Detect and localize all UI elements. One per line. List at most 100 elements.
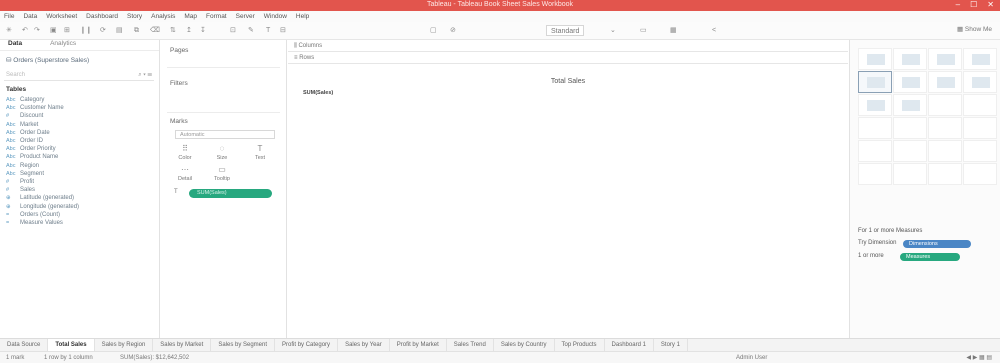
chart-type-icon[interactable]	[963, 163, 997, 185]
field-item[interactable]: Abc Category	[6, 96, 79, 104]
attach-icon[interactable]: ⊘	[450, 25, 456, 36]
chart-type-icon[interactable]	[963, 71, 997, 93]
tableau-logo-icon[interactable]: ✳	[6, 25, 12, 36]
chart-type-icon[interactable]	[928, 94, 962, 116]
show-cards-icon[interactable]: ▦	[670, 25, 677, 36]
sheet-tab[interactable]: Sales by Market	[153, 339, 212, 351]
chart-type-icon[interactable]	[963, 48, 997, 70]
pause-updates-icon[interactable]: ❙❙	[80, 25, 92, 36]
sheet-tab[interactable]: Sales by Region	[95, 339, 154, 351]
fix-axes-icon[interactable]: ⊟	[280, 25, 286, 36]
tooltip-icon[interactable]: ▢	[430, 25, 437, 36]
search-field[interactable]: Search ⌕ ▾ ☰	[4, 71, 154, 81]
new-datasource-icon[interactable]: ⊞	[64, 25, 70, 36]
maximize-icon[interactable]: ☐	[970, 0, 977, 9]
field-item[interactable]: ⊕ Latitude (generated)	[6, 194, 79, 202]
undo-icon[interactable]: ↶	[22, 25, 28, 36]
labels-icon[interactable]: T	[266, 25, 270, 36]
highlight-icon[interactable]: ✎	[248, 25, 254, 36]
field-item[interactable]: Abc Market	[6, 121, 79, 129]
chart-type-icon[interactable]	[858, 163, 892, 185]
sheet-tab[interactable]: Story 1	[654, 339, 688, 351]
chart-type-icon[interactable]	[858, 71, 892, 93]
swap-icon[interactable]: ⇅	[170, 25, 176, 36]
view-canvas[interactable]: Total Sales SUM(Sales)	[288, 65, 848, 338]
field-item[interactable]: # Discount	[6, 112, 79, 120]
duplicate-sheet-icon[interactable]: ⧉	[134, 25, 139, 36]
text-button[interactable]: T Text	[247, 143, 273, 167]
menu-window[interactable]: Window	[264, 13, 287, 20]
chart-type-icon[interactable]	[893, 48, 927, 70]
chevron-down-icon[interactable]: ⌄	[610, 25, 616, 36]
field-item[interactable]: Abc Customer Name	[6, 104, 79, 112]
field-item[interactable]: = Measure Values	[6, 219, 79, 227]
menu-map[interactable]: Map	[184, 13, 197, 20]
chart-type-icon[interactable]	[928, 71, 962, 93]
chart-type-icon[interactable]	[893, 163, 927, 185]
view-controls-icon[interactable]: ◀ ▶ ▦ ▤	[966, 352, 992, 363]
tooltip-button[interactable]: ▭ Tooltip	[209, 164, 235, 188]
sheet-tab[interactable]: Dashboard 1	[605, 339, 654, 351]
show-me-button[interactable]: ▦ Show Me	[957, 25, 992, 33]
chart-type-icon[interactable]	[928, 163, 962, 185]
field-item[interactable]: Abc Region	[6, 162, 79, 170]
field-item[interactable]: Abc Segment	[6, 170, 79, 178]
field-item[interactable]: Abc Order Date	[6, 129, 79, 137]
chart-type-icon[interactable]	[963, 94, 997, 116]
chart-type-icon[interactable]	[893, 94, 927, 116]
minimize-icon[interactable]: –	[956, 0, 960, 9]
chart-type-icon[interactable]	[928, 117, 962, 139]
share-icon[interactable]: <	[712, 25, 716, 36]
fit-dropdown[interactable]: Standard	[546, 25, 585, 36]
field-item[interactable]: # Sales	[6, 186, 79, 194]
sheet-tab[interactable]: Top Products	[555, 339, 605, 351]
menu-server[interactable]: Server	[236, 13, 255, 20]
menu-story[interactable]: Story	[127, 13, 142, 20]
sheet-tab[interactable]: Sales by Segment	[211, 339, 276, 351]
filter-controls-icon[interactable]: ⌕ ▾ ☰	[138, 72, 152, 79]
chart-type-icon[interactable]	[858, 94, 892, 116]
status-user[interactable]: Admin User	[736, 352, 767, 363]
sheet-tab[interactable]: Sales by Year	[338, 339, 390, 351]
columns-shelf[interactable]: ⫼ Columns	[288, 40, 848, 52]
tab-data[interactable]: Data	[8, 40, 22, 50]
group-icon[interactable]: ⊡	[230, 25, 236, 36]
sheet-tab[interactable]: Sales Trend	[447, 339, 494, 351]
tab-analytics[interactable]: Analytics	[50, 40, 76, 50]
tab-data-source[interactable]: Data Source	[0, 339, 49, 351]
field-item[interactable]: Abc Order Priority	[6, 145, 79, 153]
sheet-tab[interactable]: Profit by Market	[390, 339, 447, 351]
chart-type-icon[interactable]	[858, 117, 892, 139]
sort-desc-icon[interactable]: ↧	[200, 25, 206, 36]
menu-dashboard[interactable]: Dashboard	[86, 13, 118, 20]
field-item[interactable]: # Profit	[6, 178, 79, 186]
chart-type-icon[interactable]	[893, 140, 927, 162]
save-icon[interactable]: ▣	[50, 25, 57, 36]
menu-format[interactable]: Format	[206, 13, 227, 20]
chart-type-icon[interactable]	[928, 140, 962, 162]
new-worksheet-icon[interactable]: ▤	[116, 25, 123, 36]
field-item[interactable]: ⊕ Longitude (generated)	[6, 202, 79, 210]
sheet-tab[interactable]: Sales by Country	[494, 339, 555, 351]
field-item[interactable]: Abc Order ID	[6, 137, 79, 145]
menu-file[interactable]: File	[4, 13, 14, 20]
measure-pill[interactable]: SUM(Sales)	[189, 189, 272, 198]
rows-shelf[interactable]: ≡ Rows	[288, 52, 848, 64]
chart-type-icon[interactable]	[858, 48, 892, 70]
field-item[interactable]: Abc Product Name	[6, 153, 79, 161]
chart-type-icon[interactable]	[928, 48, 962, 70]
chart-type-icon[interactable]	[963, 140, 997, 162]
sheet-tab[interactable]: Total Sales	[48, 339, 95, 351]
data-source-item[interactable]: ⛁ Orders (Superstore Sales)	[6, 56, 89, 64]
field-item[interactable]: = Orders (Count)	[6, 211, 79, 219]
sort-asc-icon[interactable]: ↥	[186, 25, 192, 36]
menu-worksheet[interactable]: Worksheet	[46, 13, 77, 20]
sheet-tab[interactable]: Profit by Category	[275, 339, 339, 351]
chart-type-icon[interactable]	[893, 117, 927, 139]
menu-analysis[interactable]: Analysis	[151, 13, 175, 20]
menu-data[interactable]: Data	[23, 13, 37, 20]
menu-help[interactable]: Help	[296, 13, 309, 20]
redo-icon[interactable]: ↷	[34, 25, 40, 36]
close-icon[interactable]: ✕	[987, 0, 994, 9]
detail-button[interactable]: ⋯ Detail	[172, 164, 198, 188]
